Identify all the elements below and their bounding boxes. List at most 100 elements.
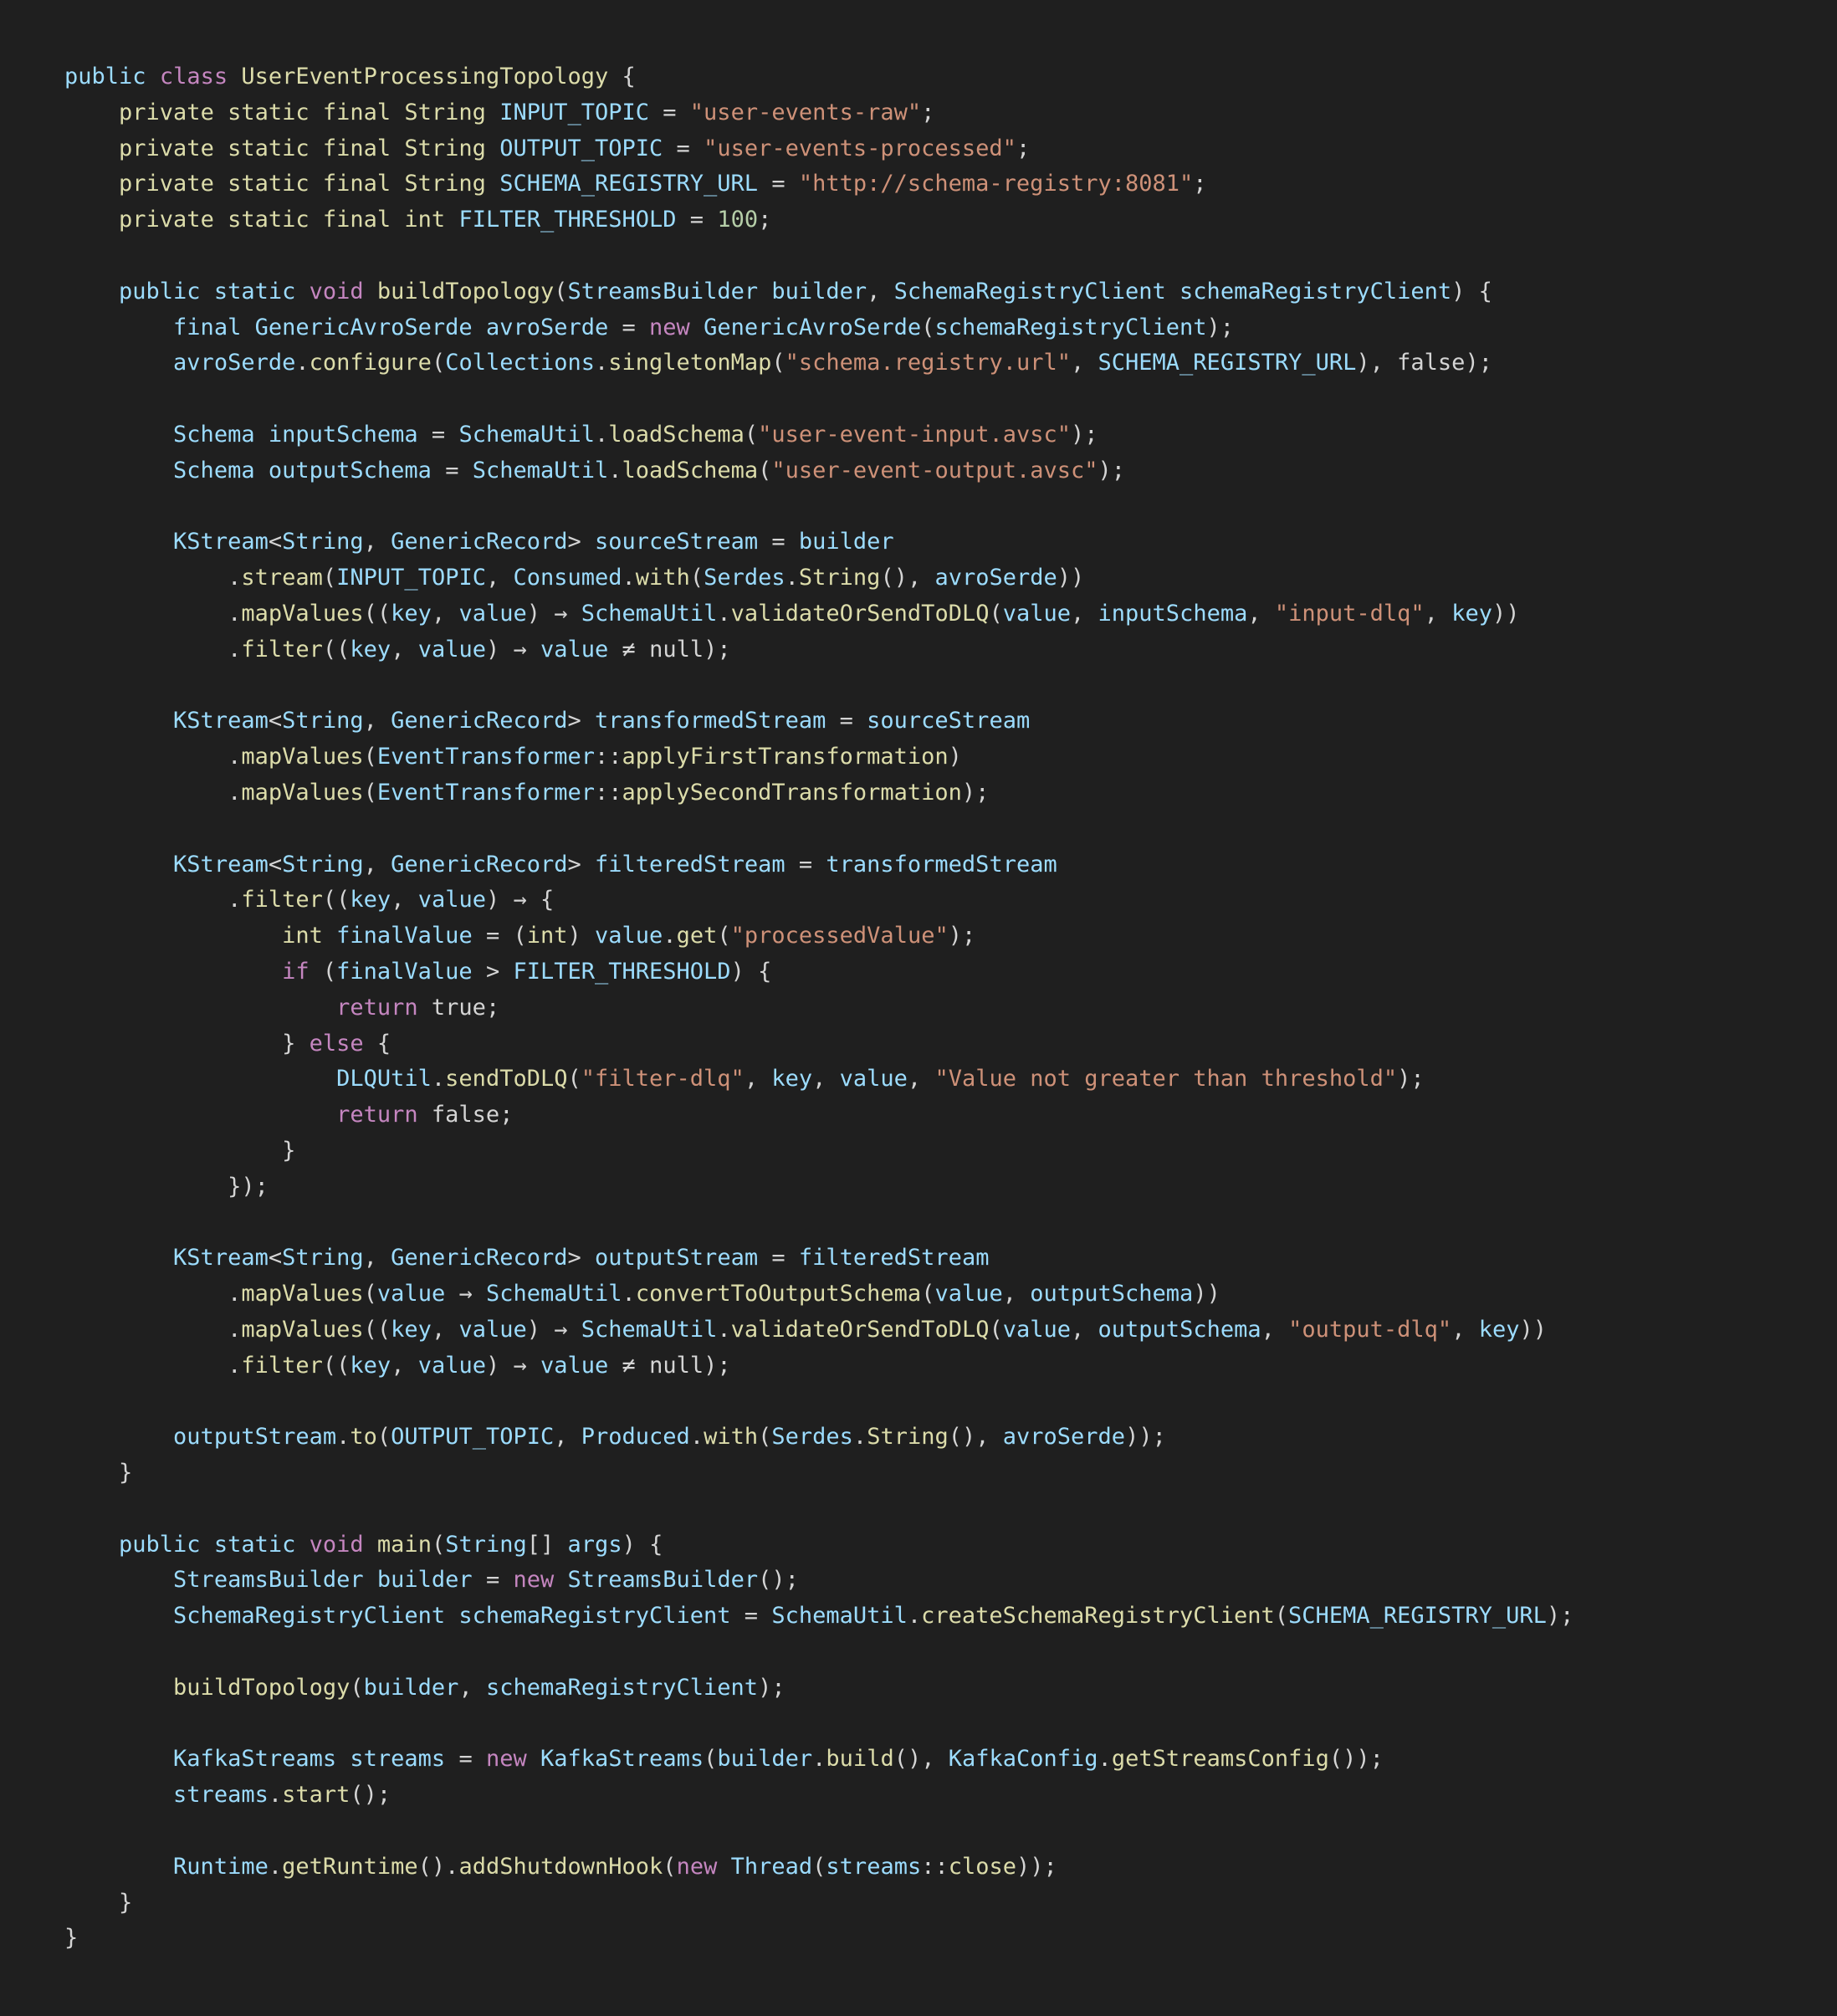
code-token: private static final String <box>119 135 486 161</box>
code-line: streams.start(); <box>64 1778 1573 1814</box>
code-token: filteredStream <box>798 1245 990 1272</box>
code-token: SCHEMA_REGISTRY_URL <box>1098 350 1357 376</box>
code-token: ( <box>350 1674 364 1701</box>
code-token: , <box>867 278 894 304</box>
code-token: . <box>622 1281 636 1307</box>
code-token: ) <box>948 744 962 770</box>
code-token: 100 <box>717 207 759 233</box>
code-token: )) <box>1492 600 1520 627</box>
code-token: String <box>798 565 881 591</box>
code-token: , <box>363 851 391 878</box>
code-token: :: <box>921 1853 949 1880</box>
code-token: value <box>1002 600 1072 627</box>
code-token: = <box>431 457 473 484</box>
code-token: ) → <box>526 1316 581 1343</box>
code-token: . <box>852 1424 867 1451</box>
code-token: value <box>458 600 527 627</box>
code-line: .mapValues(value → SchemaUtil.convertToO… <box>64 1277 1573 1312</box>
code-line: } else { <box>64 1026 1573 1062</box>
code-token: ); <box>758 1674 785 1701</box>
code-token: . <box>228 636 242 663</box>
code-token: ); <box>948 923 976 949</box>
code-token: main <box>376 1531 432 1558</box>
code-token: GenericRecord <box>391 851 568 878</box>
code-token: builder <box>363 1674 459 1701</box>
code-token: applyFirstTransformation <box>622 744 949 770</box>
code-line: .filter((key, value) → value ≠ null); <box>64 1348 1573 1384</box>
code-line: .filter((key, value) → value ≠ null); <box>64 632 1573 668</box>
code-token: args <box>567 1531 622 1558</box>
code-token: Serdes <box>771 1424 853 1451</box>
code-token: ( <box>554 278 568 304</box>
code-token: , <box>391 887 418 913</box>
code-token: StreamsBuilder <box>567 278 759 304</box>
code-token: SchemaUtil <box>458 421 596 448</box>
code-token: . <box>268 1853 283 1880</box>
code-line: KafkaStreams streams = new KafkaStreams(… <box>64 1742 1573 1778</box>
code-token: . <box>689 1424 704 1451</box>
code-token: Thread <box>730 1853 813 1880</box>
code-token: loadSchema <box>622 457 759 484</box>
code-token: :: <box>595 744 622 770</box>
code-token: buildTopology <box>173 1674 351 1701</box>
code-token: , <box>744 1066 772 1092</box>
code-token: )); <box>1125 1424 1166 1451</box>
code-token: , <box>485 565 514 591</box>
code-token: . <box>431 1066 446 1092</box>
code-token: getStreamsConfig <box>1111 1746 1329 1773</box>
code-token: ( <box>989 600 1003 627</box>
code-token: (); <box>758 1567 799 1594</box>
code-token: . <box>812 1746 826 1773</box>
code-token: = <box>417 421 459 448</box>
code-token: SchemaRegistryClient <box>173 1603 446 1630</box>
code-token: addShutdownHook <box>458 1853 663 1880</box>
code-token: = <box>472 1567 514 1594</box>
code-token: StreamsBuilder <box>173 1567 364 1594</box>
code-token: } <box>282 1030 310 1057</box>
code-token: null <box>649 1352 704 1379</box>
code-token: INPUT_TOPIC <box>499 99 650 125</box>
code-token: , <box>1261 1316 1289 1343</box>
code-editor[interactable]: public class UserEventProcessingTopology… <box>0 0 1837 2016</box>
code-token: mapValues <box>241 600 364 627</box>
code-token: > <box>567 851 596 878</box>
code-token: SchemaRegistryClient <box>893 278 1166 304</box>
code-token: (), <box>880 565 935 591</box>
code-token: ( <box>921 1281 935 1307</box>
code-line: if (finalValue > FILTER_THRESHOLD) { <box>64 954 1573 990</box>
code-token: key <box>391 1316 432 1343</box>
code-token: (), <box>893 1746 949 1773</box>
code-token: key <box>350 887 391 913</box>
code-token: key <box>771 1066 813 1092</box>
code-token: → <box>445 1281 486 1307</box>
code-token: Schema <box>173 421 255 448</box>
code-token: > <box>472 958 514 985</box>
code-token: ) { <box>1451 278 1492 304</box>
code-token: outputStream <box>595 1245 759 1272</box>
code-token: ); <box>1206 314 1235 340</box>
code-token: . <box>907 1603 922 1630</box>
code-token: else <box>309 1030 364 1057</box>
code-line: } <box>64 1886 1573 1921</box>
code-token: ) <box>567 923 596 949</box>
code-token: ( <box>363 744 377 770</box>
code-token: KStream <box>173 851 269 878</box>
code-line: public static void buildTopology(Streams… <box>64 274 1573 310</box>
code-token: schemaRegistryClient <box>458 1603 731 1630</box>
code-line: .mapValues((key, value) → SchemaUtil.val… <box>64 1312 1573 1348</box>
